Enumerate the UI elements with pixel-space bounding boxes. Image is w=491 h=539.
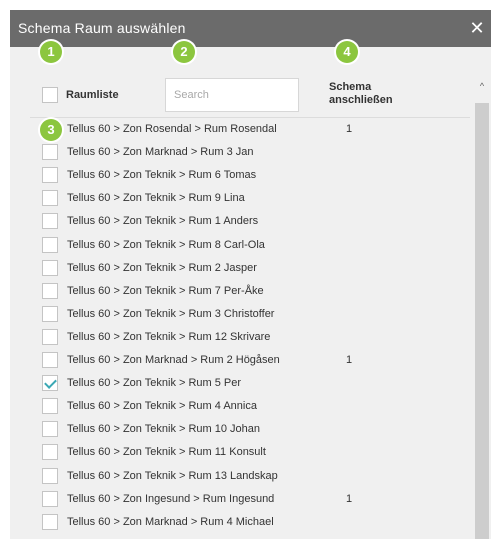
scrollbar[interactable]: ^ [473,78,491,539]
callout-badge-2: 2 [173,41,195,63]
room-list-label: Raumliste [66,89,119,101]
room-path-label: Tellus 60 > Zon Teknik > Rum 4 Annica [67,400,257,413]
room-path-label: Tellus 60 > Zon Ingesund > Rum Ingesund [67,492,275,505]
room-path-label: Tellus 60 > Zon Teknik > Rum 6 Tomas [67,169,257,182]
room-list-item[interactable]: Tellus 60 > Zon Teknik > Rum 13 Landskap [30,465,450,488]
schedule-count: 1 [346,492,353,505]
scroll-up-icon[interactable]: ^ [476,80,488,92]
room-path-label: Tellus 60 > Zon Teknik > Rum 12 Skrivare [67,330,271,343]
room-path-label: Tellus 60 > Zon Marknad > Rum 2 Högåsen [67,354,280,366]
room-list-item[interactable]: Tellus 60 > Zon Marknad > Rum 3 Jan [30,141,450,164]
room-list-item[interactable]: Tellus 60 > Zon Teknik > Rum 12 Skrivare [30,326,450,349]
schedule-count: 1 [346,123,353,135]
dialog-titlebar: Schema Raum auswählen ✕ [10,10,491,47]
room-checkbox[interactable] [42,282,58,299]
room-path-label: Tellus 60 > Zon Rosendal > Rum Rosendal [67,123,277,135]
room-checkbox[interactable] [42,490,58,507]
room-checkbox[interactable] [42,144,58,161]
room-list-item[interactable]: Tellus 60 > Zon Teknik > Rum 9 Lina [30,187,450,210]
dialog-title: Schema Raum auswählen [18,20,186,36]
room-path-label: Tellus 60 > Zon Teknik > Rum 11 Konsult [67,446,266,459]
room-checkbox[interactable] [42,259,58,276]
room-list-item[interactable]: Tellus 60 > Zon Teknik > Rum 1 Anders [30,210,450,233]
room-checkbox[interactable] [42,328,58,345]
schedule-column-header-line2: anschließen [329,94,393,106]
room-list-item[interactable]: Tellus 60 > Zon Teknik > Rum 7 Per-Åke [30,280,450,303]
room-path-label: Tellus 60 > Zon Marknad > Rum 4 Michael [67,515,274,528]
room-list-item[interactable]: Tellus 60 > Zon Teknik > Rum 8 Carl-Ola [30,234,450,257]
room-list-item[interactable]: Tellus 60 > Zon Teknik > Rum 2 Jasper [30,257,450,280]
room-checkbox[interactable] [42,352,58,368]
callout-badge-1: 1 [40,41,62,63]
room-list-item[interactable]: Tellus 60 > Zon Teknik > Rum 3 Christoff… [30,303,450,326]
schedule-column-header: Schema anschließen [329,81,393,107]
room-list-item[interactable]: Tellus 60 > Zon Teknik > Rum 5 Per [30,372,450,395]
room-list-item[interactable]: Tellus 60 > Zon Teknik > Rum 11 Konsult [30,441,450,464]
room-path-label: Tellus 60 > Zon Teknik > Rum 5 Per [67,377,242,390]
scrollbar-thumb[interactable] [475,103,489,539]
room-list-item[interactable]: Tellus 60 > Zon Rosendal > Rum Rosendal 1 [30,118,450,141]
room-path-label: Tellus 60 > Zon Teknik > Rum 10 Johan [67,423,261,436]
room-path-label: Tellus 60 > Zon Marknad > Rum 3 Jan [67,146,254,159]
room-list-item[interactable]: Tellus 60 > Zon Ingesund > Rum Ingesund 1 [30,488,450,511]
room-path-label: Tellus 60 > Zon Teknik > Rum 7 Per-Åke [67,284,264,297]
schedule-count: 1 [346,354,353,366]
room-checkbox[interactable] [42,421,58,438]
room-checkbox[interactable] [42,513,58,530]
room-list-item[interactable]: Tellus 60 > Zon Teknik > Rum 4 Annica [30,395,450,418]
search-input[interactable] [165,78,299,112]
room-path-label: Tellus 60 > Zon Teknik > Rum 13 Landskap [67,469,278,482]
close-icon[interactable]: ✕ [465,16,489,40]
room-list-item[interactable]: Tellus 60 > Zon Marknad > Rum 2 Högåsen 1 [30,349,450,372]
room-checkbox[interactable] [42,467,58,484]
room-checkbox[interactable] [42,375,58,392]
room-checkbox[interactable] [42,167,58,184]
room-checkbox[interactable] [42,213,58,230]
room-path-label: Tellus 60 > Zon Teknik > Rum 2 Jasper [67,261,257,274]
room-checkbox[interactable] [42,444,58,461]
room-checkbox[interactable] [42,236,58,253]
callout-badge-4: 4 [336,41,358,63]
room-path-label: Tellus 60 > Zon Teknik > Rum 1 Anders [67,215,259,228]
select-all-checkbox[interactable] [42,87,58,103]
room-list-item[interactable]: Tellus 60 > Zon Marknad > Rum 4 Michael [30,511,450,534]
room-path-label: Tellus 60 > Zon Teknik > Rum 8 Carl-Ola [67,238,265,251]
room-path-label: Tellus 60 > Zon Teknik > Rum 3 Christoff… [67,307,275,320]
room-list-item[interactable]: Tellus 60 > Zon Teknik > Rum 10 Johan [30,418,450,441]
callout-badge-3: 3 [40,119,62,141]
room-checkbox[interactable] [42,305,58,322]
list-header: Raumliste Schema anschließen [10,47,491,119]
room-list-item[interactable]: Tellus 60 > Zon Teknik > Rum 6 Tomas [30,164,450,187]
schedule-column-header-line1: Schema [329,81,372,93]
schedule-room-dialog: Schema Raum auswählen ✕ Raumliste Schema… [10,10,491,539]
room-checkbox[interactable] [42,190,58,207]
room-checkbox[interactable] [42,398,58,415]
room-path-label: Tellus 60 > Zon Teknik > Rum 9 Lina [67,192,245,205]
